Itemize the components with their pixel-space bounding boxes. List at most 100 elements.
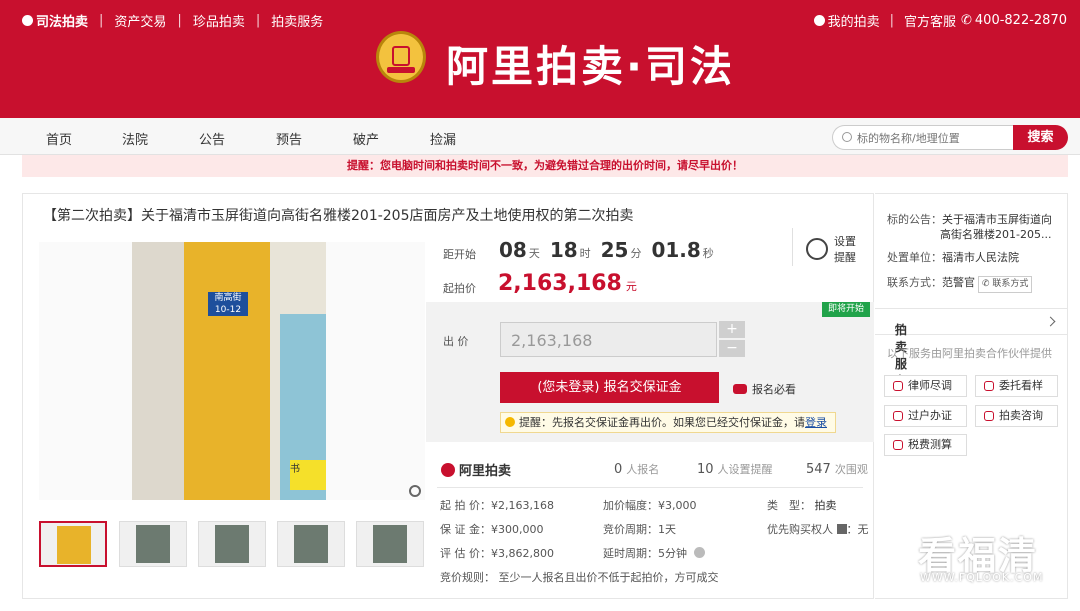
unit: 时: [579, 247, 591, 260]
court-emblem-icon: [376, 31, 426, 83]
tip-text: 提醒：先报名交保证金再出价。如果您已经交付保证金，请: [519, 416, 805, 429]
countdown-seconds: 01.8: [651, 238, 701, 262]
bulb-icon: [505, 417, 515, 427]
justice-icon: [22, 15, 33, 26]
lawyer-icon: [893, 381, 903, 391]
unit-label: 处置单位：: [887, 251, 942, 264]
service-lawyer-button[interactable]: 律师尽调: [884, 375, 967, 397]
detail-rule: 竞价规则： 至少一人报名且出价不低于起拍价，方可成交: [440, 571, 719, 584]
stat-value: 10: [697, 462, 714, 477]
phone-icon: ✆: [961, 13, 972, 28]
property-photo: 南高街 10-12 书: [132, 242, 326, 500]
type-value: 拍卖: [814, 499, 837, 512]
increase-button[interactable]: +: [719, 321, 745, 338]
service-inspection-button[interactable]: 委托看样: [975, 375, 1058, 397]
separator: |: [889, 13, 894, 28]
user-icon: [813, 15, 825, 26]
my-auction-link[interactable]: 我的拍卖: [828, 11, 880, 30]
notice-value: 关于福清市玉屏街道向: [942, 213, 1052, 226]
shop-sign: 书: [290, 460, 326, 490]
start-price-label: 起拍价: [443, 282, 476, 295]
detail-increment: 加价幅度：¥3,000: [603, 499, 697, 512]
login-tip: 提醒：先报名交保证金再出价。如果您已经交付保证金，请登录: [500, 412, 836, 433]
stat-label: 人报名: [626, 463, 660, 476]
site-logo[interactable]: 阿里拍卖·司法: [446, 33, 735, 94]
sidebar-notice[interactable]: 标的公告：关于福清市玉屏街道向 高街名雅楼201-205...: [887, 212, 1052, 242]
ali-logo-text: 阿里拍卖: [459, 464, 512, 479]
service-tax-button[interactable]: 税费测算: [884, 434, 967, 456]
nav-link-assets[interactable]: 资产交易: [114, 11, 166, 30]
customer-service-link[interactable]: 官方客服: [904, 11, 956, 30]
notice-label: 标的公告：: [887, 213, 942, 226]
brand-link[interactable]: 司法拍卖: [36, 11, 88, 30]
countdown-hours: 18: [549, 238, 578, 262]
nav-link-services[interactable]: 拍卖服务: [271, 11, 323, 30]
search-box: [832, 125, 1013, 150]
thumbnail[interactable]: [277, 521, 345, 567]
signup-count: 0 人报名: [614, 461, 659, 477]
search-button[interactable]: 搜索: [1013, 125, 1068, 150]
top-right: 我的拍卖 | 官方客服 ✆ 400-822-2870: [813, 11, 1067, 30]
phone-number: 400-822-2870: [974, 13, 1067, 28]
set-reminder-button[interactable]: 设置 提醒: [834, 234, 856, 266]
stat-label: 人设置提醒: [717, 463, 773, 476]
countdown: 08 天 18 时 25 分 01.8 秒: [499, 238, 717, 262]
priority-label: 优先购买权人: [767, 523, 833, 536]
zoom-icon[interactable]: [409, 485, 421, 497]
bid-input[interactable]: 2,163,168: [500, 322, 717, 357]
thumbnail[interactable]: [198, 521, 266, 567]
nav-court[interactable]: 法院: [122, 129, 148, 148]
chevron-right-icon: [1045, 316, 1056, 327]
watermark-url: WWW.FQLOOK.COM: [920, 571, 1044, 584]
thumbnail[interactable]: [119, 521, 187, 567]
detail-appraisal: 评 估 价：¥3,862,800: [440, 547, 554, 560]
sidebar-contact: 联系方式：范警官 ✆ 联系方式: [887, 275, 1033, 293]
type-label: 类 型：: [767, 499, 811, 512]
stat-label: 次围观: [834, 463, 868, 476]
service-label: 律师尽调: [908, 379, 952, 392]
nav-bankruptcy[interactable]: 破产: [353, 129, 379, 148]
contact-tag[interactable]: ✆ 联系方式: [978, 276, 1033, 293]
search-input[interactable]: [857, 129, 1007, 147]
stat-value: 547: [806, 462, 831, 477]
nav-preview[interactable]: 预告: [276, 129, 302, 148]
decrease-button[interactable]: −: [719, 340, 745, 357]
calculator-icon: [893, 440, 903, 450]
street-sign: 南高街 10-12: [208, 292, 248, 316]
nav-announcement[interactable]: 公告: [199, 129, 225, 148]
nav-link-treasures[interactable]: 珍品拍卖: [193, 11, 245, 30]
help-icon[interactable]: [693, 547, 705, 558]
services-desc: 以下服务由阿里拍卖合作伙伴提供: [887, 347, 1052, 360]
nav-bargain[interactable]: 捡漏: [430, 129, 456, 148]
thumbnail[interactable]: [39, 521, 107, 567]
service-transfer-button[interactable]: 过户办证: [884, 405, 967, 427]
service-consult-button[interactable]: 拍卖咨询: [975, 405, 1058, 427]
unit: 分: [630, 247, 642, 260]
info-icon[interactable]: [836, 524, 847, 534]
must-read-link[interactable]: 报名必看: [733, 381, 796, 397]
notice-value: 高街名雅楼201-205...: [940, 228, 1052, 241]
detail-deposit: 保 证 金：¥300,000: [440, 523, 544, 536]
nav-home[interactable]: 首页: [46, 129, 72, 148]
clock-icon[interactable]: [806, 238, 828, 260]
sidebar-unit: 处置单位：福清市人民法院: [887, 250, 1019, 265]
countdown-days: 08: [499, 238, 527, 262]
main-image[interactable]: 南高街 10-12 书: [39, 242, 425, 500]
start-price: 2,163,168 元: [498, 271, 637, 296]
stat-value: 0: [614, 462, 623, 477]
detail-priority: 优先购买权人 ：无: [767, 523, 869, 536]
unit: 秒: [702, 247, 714, 260]
contact-name: 范警官: [942, 276, 975, 289]
login-link[interactable]: 登录: [805, 416, 827, 429]
remind-line: 提醒: [834, 251, 856, 264]
transfer-icon: [893, 411, 903, 421]
countdown-label: 距开始: [443, 248, 476, 261]
view-count: 547 次围观: [806, 461, 868, 477]
bid-label: 出 价: [443, 335, 469, 348]
contact-tag-text: 联系方式: [992, 279, 1029, 289]
thumbnail[interactable]: [356, 521, 424, 567]
register-deposit-button[interactable]: (您未登录) 报名交保证金: [500, 372, 719, 403]
location-icon: [984, 381, 994, 391]
unit-value: 福清市人民法院: [942, 251, 1019, 264]
services-header[interactable]: ◠拍卖服务: [875, 308, 1068, 388]
